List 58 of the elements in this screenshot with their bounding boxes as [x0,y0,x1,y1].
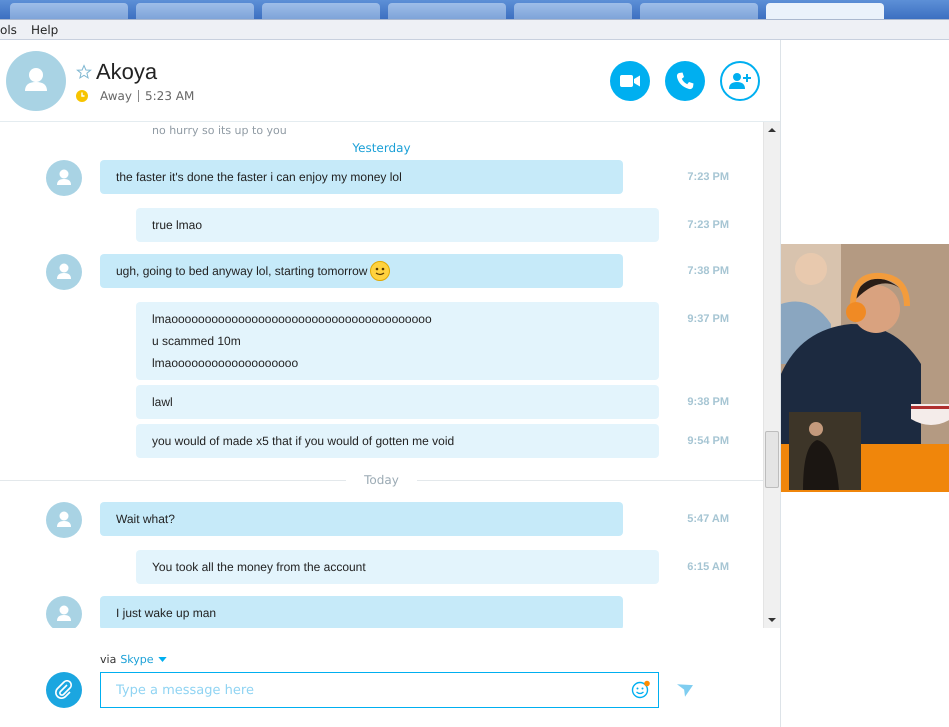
message-text: the faster it's done the faster i can enjoy my money lol [116,169,402,186]
call-button[interactable] [665,60,705,100]
message-time: 7:38 PM [686,264,729,277]
add-person-icon [728,72,752,90]
menu-item[interactable]: ols [0,22,17,36]
clock-icon [76,90,88,102]
message-input[interactable]: Type a message here [100,672,659,708]
message-text: you would of made x5 that if you would of gotten me void [152,433,454,450]
phone-icon [675,70,695,90]
message-text: You took all the money from the account [152,559,366,576]
attach-button[interactable] [46,672,82,708]
message-text: true lmao [152,217,202,234]
date-separator: Yesterday [352,141,411,155]
avatar-icon [6,50,66,110]
message-time: 9:54 PM [686,434,729,447]
local-time: 5:23 AM [145,88,194,102]
message-text: lmaooooooooooooooooooooooooooooooooooooooo [152,311,432,328]
add-contact-button[interactable] [720,60,760,100]
message-time: 5:47 AM [686,512,729,525]
message-text: u scammed 10m [152,333,241,350]
message-time: 9:38 PM [686,395,729,408]
send-icon[interactable] [677,684,693,696]
date-separator: Today [364,473,399,487]
message-time: 6:15 AM [686,560,729,573]
emoticon-icon[interactable] [631,680,651,700]
avatar-icon [46,160,82,196]
browser-tab[interactable] [388,3,506,19]
message-text: ugh, going to bed anyway lol, starting tomorrow [116,263,368,280]
video-camera-icon [620,74,640,88]
avatar-icon [46,596,82,628]
browser-tab[interactable] [766,3,884,19]
browser-tab[interactable] [136,3,254,19]
message-time: 9:37 PM [686,312,729,325]
message-text: Wait what? [116,511,175,528]
browser-tab[interactable] [262,3,380,19]
scrollbar-thumb[interactable] [765,431,779,488]
scroll-up-icon[interactable] [768,127,776,133]
caret-icon [158,657,167,662]
message-time: 7:23 PM [686,170,729,183]
message-text: no hurry so its up to you [152,124,287,137]
avatar-icon [46,502,82,538]
message-time: 7:23 PM [686,218,729,231]
message-text: lawl [152,394,173,411]
scroll-down-icon[interactable] [768,617,776,623]
avatar-icon [46,254,82,290]
browser-tab[interactable] [514,3,632,19]
paperclip-icon [54,680,74,700]
via-label: via [100,653,116,666]
star-icon[interactable] [76,64,92,80]
browser-tab[interactable] [10,3,128,19]
browser-tab[interactable] [640,3,758,19]
menu-item[interactable]: Help [30,22,58,36]
scrollbar[interactable] [763,122,780,628]
status-text: Away [100,88,132,102]
video-call-button[interactable] [610,60,650,100]
message-text: I just wake up man [116,605,216,622]
message-text: lmaooooooooooooooooooo [152,355,298,372]
contact-name: Akoya [96,58,158,84]
